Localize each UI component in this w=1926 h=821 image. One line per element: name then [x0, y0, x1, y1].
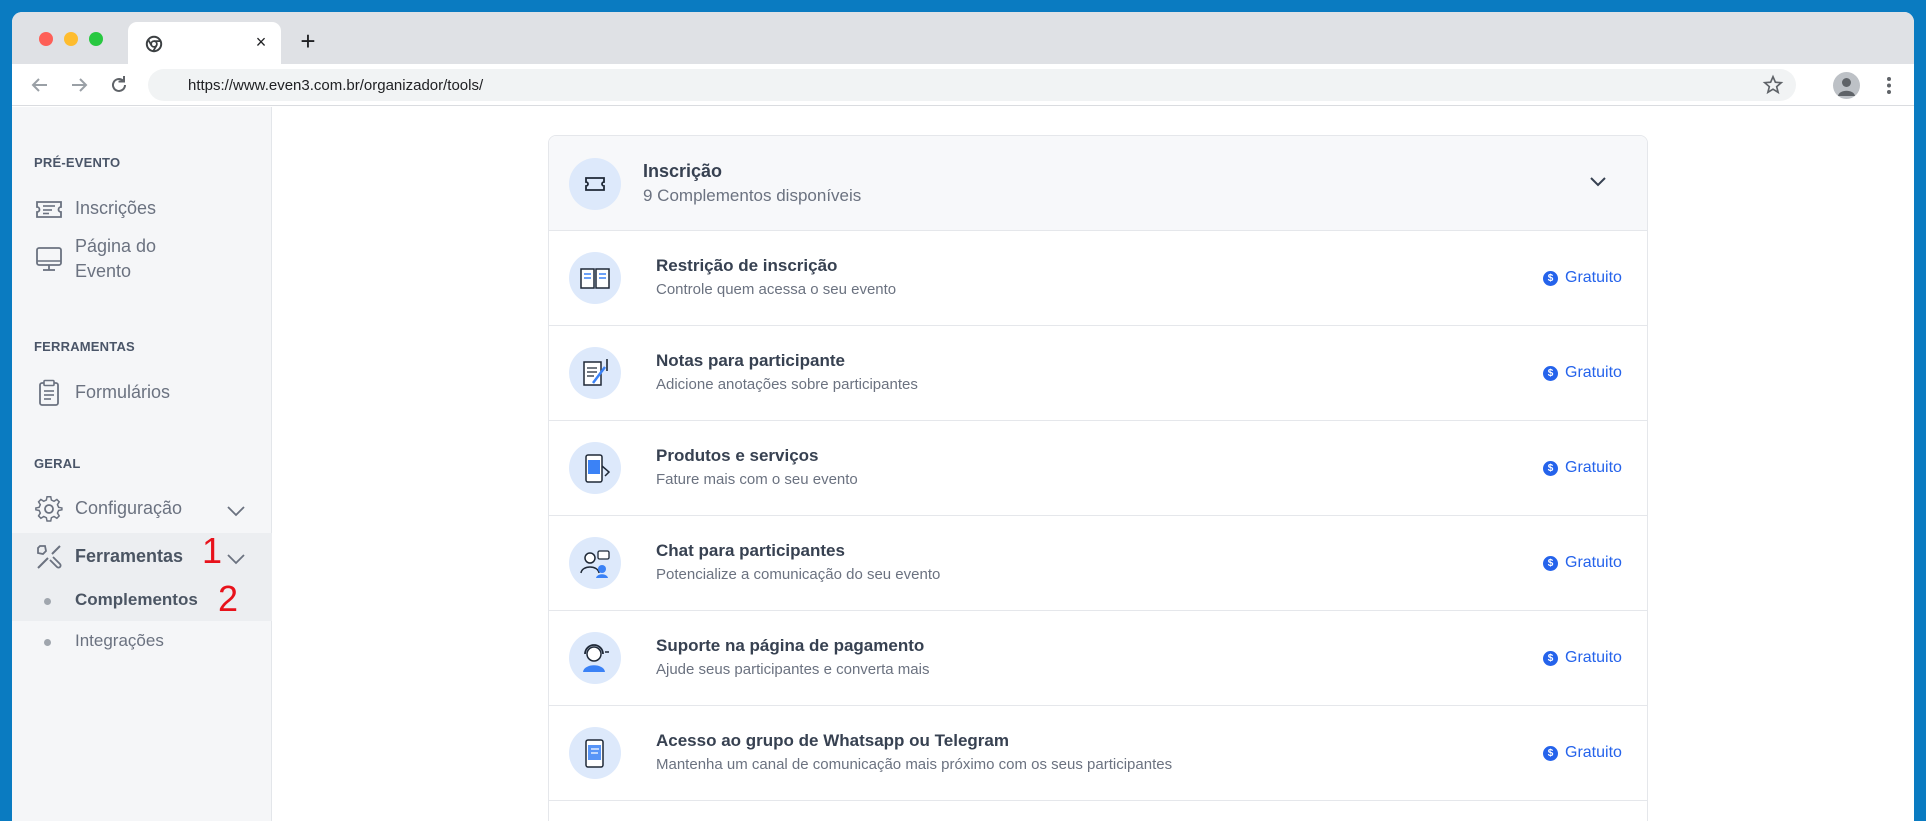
category-title: Inscrição [643, 161, 723, 181]
person-icon [1838, 78, 1855, 96]
category-subtitle: 9 Complementos disponíveis [643, 186, 862, 205]
addon-subtitle: Adicione anotações sobre participantes [656, 376, 918, 393]
browser-tab[interactable]: × [128, 22, 281, 64]
coin-icon: $ [1543, 271, 1558, 286]
annotation-number: 1 [202, 530, 223, 571]
price-label: Gratuito [1565, 269, 1622, 286]
sidebar-item-ferramentas[interactable]: Ferramentas [12, 533, 272, 581]
chevron-down-icon[interactable] [226, 505, 246, 517]
sidebar-item-pagina-do-evento[interactable]: Página do Evento [12, 231, 272, 287]
ticket-icon [569, 158, 621, 210]
group-phone-icon [569, 727, 621, 779]
clipboard-icon [39, 379, 59, 406]
chevron-down-icon[interactable] [1589, 176, 1607, 188]
sidebar-subitem-integracoes[interactable]: Integrações [12, 622, 272, 662]
section-title-pre-evento: PRÉ-EVENTO [34, 155, 121, 170]
bookmark-star-icon[interactable] [1762, 74, 1784, 96]
addon-subtitle: Mantenha um canal de comunicação mais pr… [656, 756, 1173, 773]
shopping-phone-icon [569, 442, 621, 494]
price-badge[interactable]: $ Gratuito [1543, 649, 1627, 669]
bullet-dot [44, 639, 51, 646]
addon-row[interactable]: Chat para participantes Potencialize a c… [549, 516, 1647, 611]
sidebar-item-label: Inscrições [75, 198, 157, 218]
book-icon [569, 252, 621, 304]
coin-icon: $ [1543, 461, 1558, 476]
price-label: Gratuito [1565, 744, 1622, 761]
tab-strip: × + [12, 12, 1914, 64]
page-content: PRÉ-EVENTO Inscrições Página do Evento F… [12, 107, 1914, 821]
addon-title: Chat para participantes [656, 541, 845, 560]
maximize-window-button[interactable] [89, 32, 103, 46]
sidebar-subitem-label: Integrações [75, 631, 164, 650]
price-badge[interactable]: $ Gratuito [1543, 269, 1627, 289]
close-window-button[interactable] [39, 32, 53, 46]
support-agent-icon [569, 632, 621, 684]
chevron-down-icon[interactable] [226, 553, 246, 565]
price-label: Gratuito [1565, 364, 1622, 381]
back-arrow-icon[interactable] [27, 72, 53, 98]
price-label: Gratuito [1565, 554, 1622, 571]
browser-window: × + https://www.even3.com.br/organizador… [12, 12, 1914, 821]
sidebar-item-label-line2: Evento [75, 261, 132, 281]
browser-toolbar: https://www.even3.com.br/organizador/too… [12, 64, 1914, 106]
addon-title: Acesso ao grupo de Whatsapp ou Telegram [656, 731, 1009, 750]
sidebar-item-configuracao[interactable]: Configuração [12, 489, 272, 529]
coin-icon: $ [1543, 556, 1558, 571]
addons-panel: Inscrição 9 Complementos disponíveis Res… [548, 135, 1648, 821]
url-text[interactable]: https://www.even3.com.br/organizador/too… [188, 77, 483, 94]
chrome-icon [145, 35, 163, 53]
price-badge[interactable]: $ Gratuito [1543, 744, 1627, 764]
addon-subtitle: Controle quem acessa o seu evento [656, 281, 897, 298]
coin-icon: $ [1543, 366, 1558, 381]
profile-avatar[interactable] [1833, 72, 1860, 99]
gear-icon [35, 496, 63, 522]
price-label: Gratuito [1565, 459, 1622, 476]
addon-subtitle: Ajude seus participantes e converta mais [656, 661, 930, 678]
chat-people-icon [569, 537, 621, 589]
addon-title: Restrição de inscrição [656, 256, 838, 275]
addon-row[interactable]: Notas para participante Adicione anotaçõ… [549, 326, 1647, 421]
ticket-icon [36, 201, 62, 218]
forward-arrow-icon[interactable] [66, 72, 92, 98]
coin-icon: $ [1543, 746, 1558, 761]
addon-title: Produtos e serviços [656, 446, 819, 465]
price-badge[interactable]: $ Gratuito [1543, 459, 1627, 479]
price-label: Gratuito [1565, 649, 1622, 666]
section-title-ferramentas: FERRAMENTAS [34, 339, 135, 354]
address-bar[interactable]: https://www.even3.com.br/organizador/too… [148, 69, 1796, 101]
sidebar-item-label-line1: Página do [75, 236, 157, 256]
addon-row[interactable]: Acesso ao grupo de Whatsapp ou Telegram … [549, 706, 1647, 801]
reload-icon[interactable] [106, 72, 132, 98]
more-options-icon[interactable] [1878, 72, 1900, 99]
sidebar-item-label: Ferramentas [75, 546, 184, 566]
section-title-geral: GERAL [34, 456, 81, 471]
addon-row[interactable]: Restrição de inscrição Controle quem ace… [549, 231, 1647, 326]
addon-row[interactable]: Produtos e serviços Fature mais com o se… [549, 421, 1647, 516]
price-badge[interactable]: $ Gratuito [1543, 364, 1627, 384]
new-tab-button[interactable]: + [296, 28, 320, 54]
addon-subtitle: Fature mais com o seu evento [656, 471, 858, 488]
minimize-window-button[interactable] [64, 32, 78, 46]
sidebar-item-inscricoes[interactable]: Inscrições [12, 189, 272, 229]
close-tab-button[interactable]: × [251, 32, 271, 52]
tools-icon [37, 545, 62, 569]
addon-row[interactable]: Suporte na página de pagamento Ajude seu… [549, 611, 1647, 706]
notes-icon [569, 347, 621, 399]
sidebar-item-label: Formulários [75, 382, 171, 402]
sidebar-item-label: Configuração [75, 498, 183, 518]
addon-title: Notas para participante [656, 351, 845, 370]
bullet-dot [44, 598, 51, 605]
sidebar-subitem-label: Complementos [75, 590, 198, 609]
category-header[interactable]: Inscrição 9 Complementos disponíveis [549, 136, 1647, 231]
price-badge[interactable]: $ Gratuito [1543, 554, 1627, 574]
addon-subtitle: Potencialize a comunicação do seu evento [656, 566, 941, 583]
sidebar-item-formularios[interactable]: Formulários [12, 373, 272, 413]
annotation-number: 2 [218, 578, 239, 619]
addon-title: Suporte na página de pagamento [656, 636, 925, 655]
sidebar: PRÉ-EVENTO Inscrições Página do Evento F… [12, 107, 272, 821]
coin-icon: $ [1543, 651, 1558, 666]
monitor-icon [36, 247, 62, 271]
